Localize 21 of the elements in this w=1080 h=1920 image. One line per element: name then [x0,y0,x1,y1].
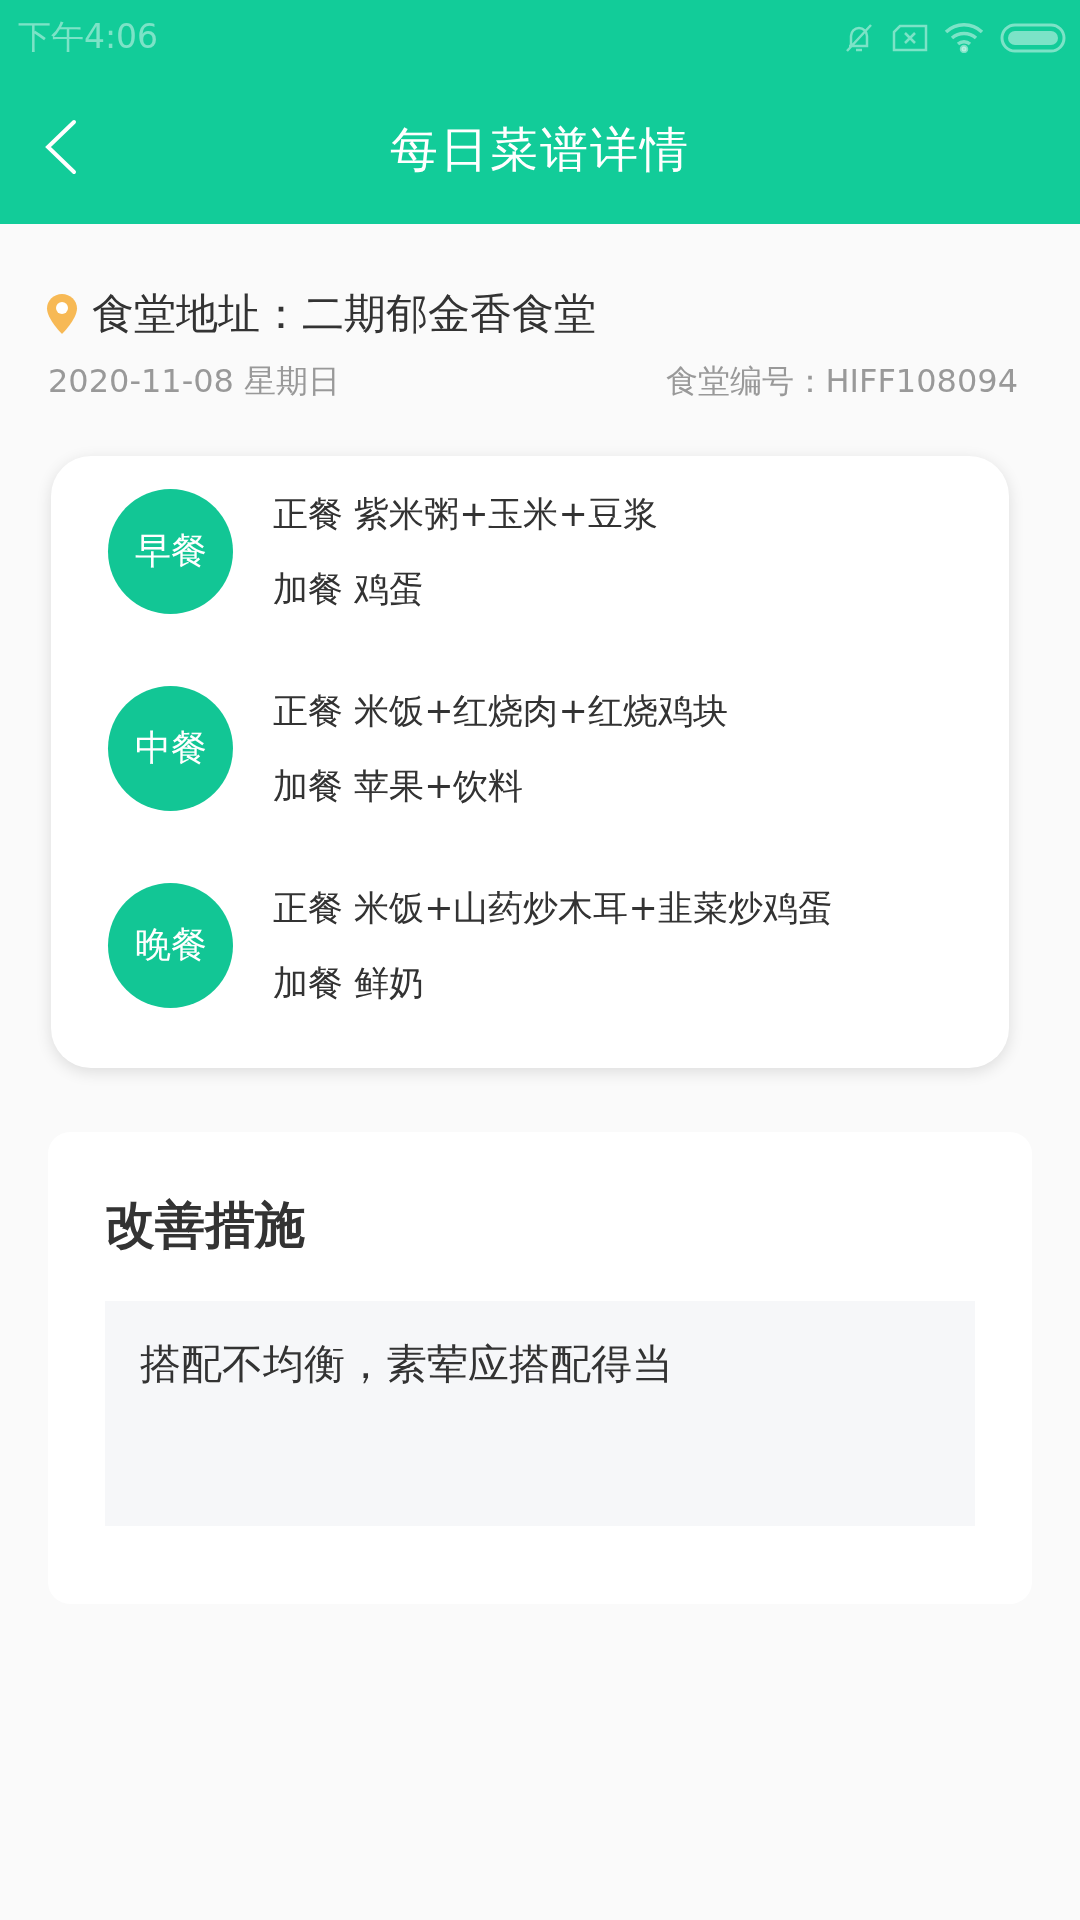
meal-badge: 中餐 [108,686,233,811]
battery-icon [1000,22,1066,53]
dish-line: 正餐 米饭+红烧肉+红烧鸡块 [273,689,728,733]
section-title: 改善措施 [105,1195,306,1256]
sim-card-icon [892,23,928,52]
improvement-text: 搭配不均衡，素荤应搭配得当 [105,1301,975,1526]
dish-line: 加餐 鲜奶 [273,961,426,1005]
dish-line: 正餐 米饭+山药炒木耳+韭菜炒鸡蛋 [273,886,833,930]
page-title: 每日菜谱详情 [390,119,690,179]
dish-line: 正餐 紫米粥+玉米+豆浆 [273,492,658,536]
dish-line: 加餐 鸡蛋 [273,567,426,611]
canteen-code: 食堂编号：HIFF108094 [665,361,1018,402]
menu-date: 2020-11-08 星期日 [48,361,341,402]
status-time: 下午4:06 [18,16,159,58]
meal-badge: 早餐 [108,489,233,614]
wifi-icon [944,22,984,53]
location-pin-icon [46,293,78,335]
canteen-address: 食堂地址：二期郁金香食堂 [92,288,596,340]
dish-line: 加餐 苹果+饮料 [273,764,525,808]
meal-badge: 晚餐 [108,883,233,1008]
back-icon[interactable] [44,119,78,175]
